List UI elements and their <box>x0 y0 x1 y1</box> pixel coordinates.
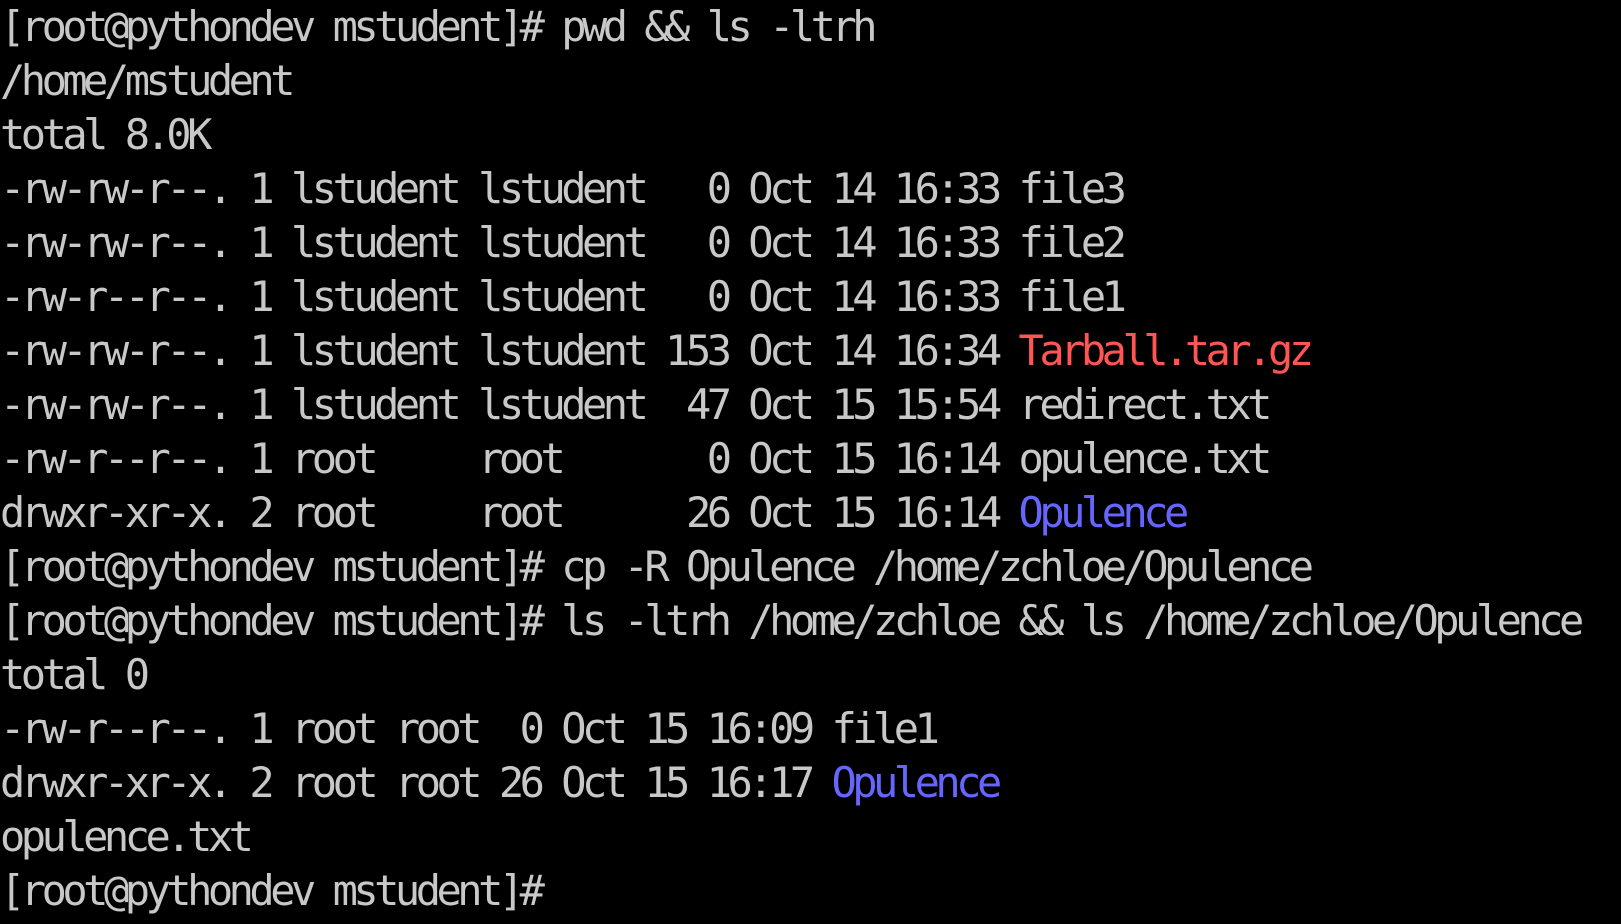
prompt-command: [root@pythondev mstudent]# ls -ltrh /hom… <box>0 596 1584 645</box>
prompt-command: [root@pythondev mstudent]# pwd && ls -lt… <box>0 2 878 51</box>
file-name: opulence.txt <box>1018 434 1273 483</box>
listing-attributes: -rw-rw-r--. 1 lstudent lstudent 0 Oct 14… <box>0 218 1019 267</box>
directory-name: Opulence <box>831 758 1002 807</box>
archive-file-name: Tarball.tar.gz <box>1018 326 1315 375</box>
listing-attributes: -rw-r--r--. 1 lstudent lstudent 0 Oct 14… <box>0 272 1019 321</box>
terminal-line: [root@pythondev mstudent]# pwd && ls -lt… <box>0 0 1621 54</box>
terminal-window[interactable]: [root@pythondev mstudent]# pwd && ls -lt… <box>0 0 1621 924</box>
file-name: file3 <box>1018 164 1127 213</box>
listing-row: -rw-r--r--. 1 root root 0 Oct 15 16:09 f… <box>0 702 1621 756</box>
listing-row: -rw-r--r--. 1 root root 0 Oct 15 16:14 o… <box>0 432 1621 486</box>
listing-attributes: -rw-r--r--. 1 root root 0 Oct 15 16:09 <box>0 704 832 753</box>
listing-attributes: drwxr-xr-x. 2 root root 26 Oct 15 16:14 <box>0 488 1019 537</box>
file-name: file2 <box>1018 218 1127 267</box>
terminal-line: /home/mstudent <box>0 54 1621 108</box>
terminal-line: opulence.txt <box>0 810 1621 864</box>
listing-row: -rw-rw-r--. 1 lstudent lstudent 47 Oct 1… <box>0 378 1621 432</box>
listing-attributes: -rw-r--r--. 1 root root 0 Oct 15 16:14 <box>0 434 1019 483</box>
listing-attributes: drwxr-xr-x. 2 root root 26 Oct 15 16:17 <box>0 758 832 807</box>
directory-name: Opulence <box>1018 488 1190 537</box>
listing-attributes: -rw-rw-r--. 1 lstudent lstudent 47 Oct 1… <box>0 380 1019 429</box>
listing-row: -rw-rw-r--. 1 lstudent lstudent 0 Oct 14… <box>0 162 1621 216</box>
listing-row: -rw-rw-r--. 1 lstudent lstudent 0 Oct 14… <box>0 216 1621 270</box>
file-name: file1 <box>1018 272 1127 321</box>
terminal-line: total 8.0K <box>0 108 1621 162</box>
prompt-command: [root@pythondev mstudent]# cp -R Opulenc… <box>0 542 1314 591</box>
terminal-line[interactable]: [root@pythondev mstudent]# <box>0 864 1621 918</box>
terminal-line: total 0 <box>0 648 1621 702</box>
terminal-line: [root@pythondev mstudent]# cp -R Opulenc… <box>0 540 1621 594</box>
terminal-line: [root@pythondev mstudent]# ls -ltrh /hom… <box>0 594 1621 648</box>
output-text: opulence.txt <box>0 812 254 861</box>
listing-row: drwxr-xr-x. 2 root root 26 Oct 15 16:14 … <box>0 486 1621 540</box>
output-text: /home/mstudent <box>0 56 296 105</box>
listing-row: drwxr-xr-x. 2 root root 26 Oct 15 16:17 … <box>0 756 1621 810</box>
file-name: file1 <box>831 704 939 753</box>
listing-row: -rw-r--r--. 1 lstudent lstudent 0 Oct 14… <box>0 270 1621 324</box>
output-text: total 0 <box>0 650 150 699</box>
listing-row: -rw-rw-r--. 1 lstudent lstudent 153 Oct … <box>0 324 1621 378</box>
listing-attributes: -rw-rw-r--. 1 lstudent lstudent 153 Oct … <box>0 326 1019 375</box>
file-name: redirect.txt <box>1018 380 1273 429</box>
listing-attributes: -rw-rw-r--. 1 lstudent lstudent 0 Oct 14… <box>0 164 1019 213</box>
active-prompt[interactable]: [root@pythondev mstudent]# <box>0 866 545 915</box>
output-text: total 8.0K <box>0 110 212 159</box>
